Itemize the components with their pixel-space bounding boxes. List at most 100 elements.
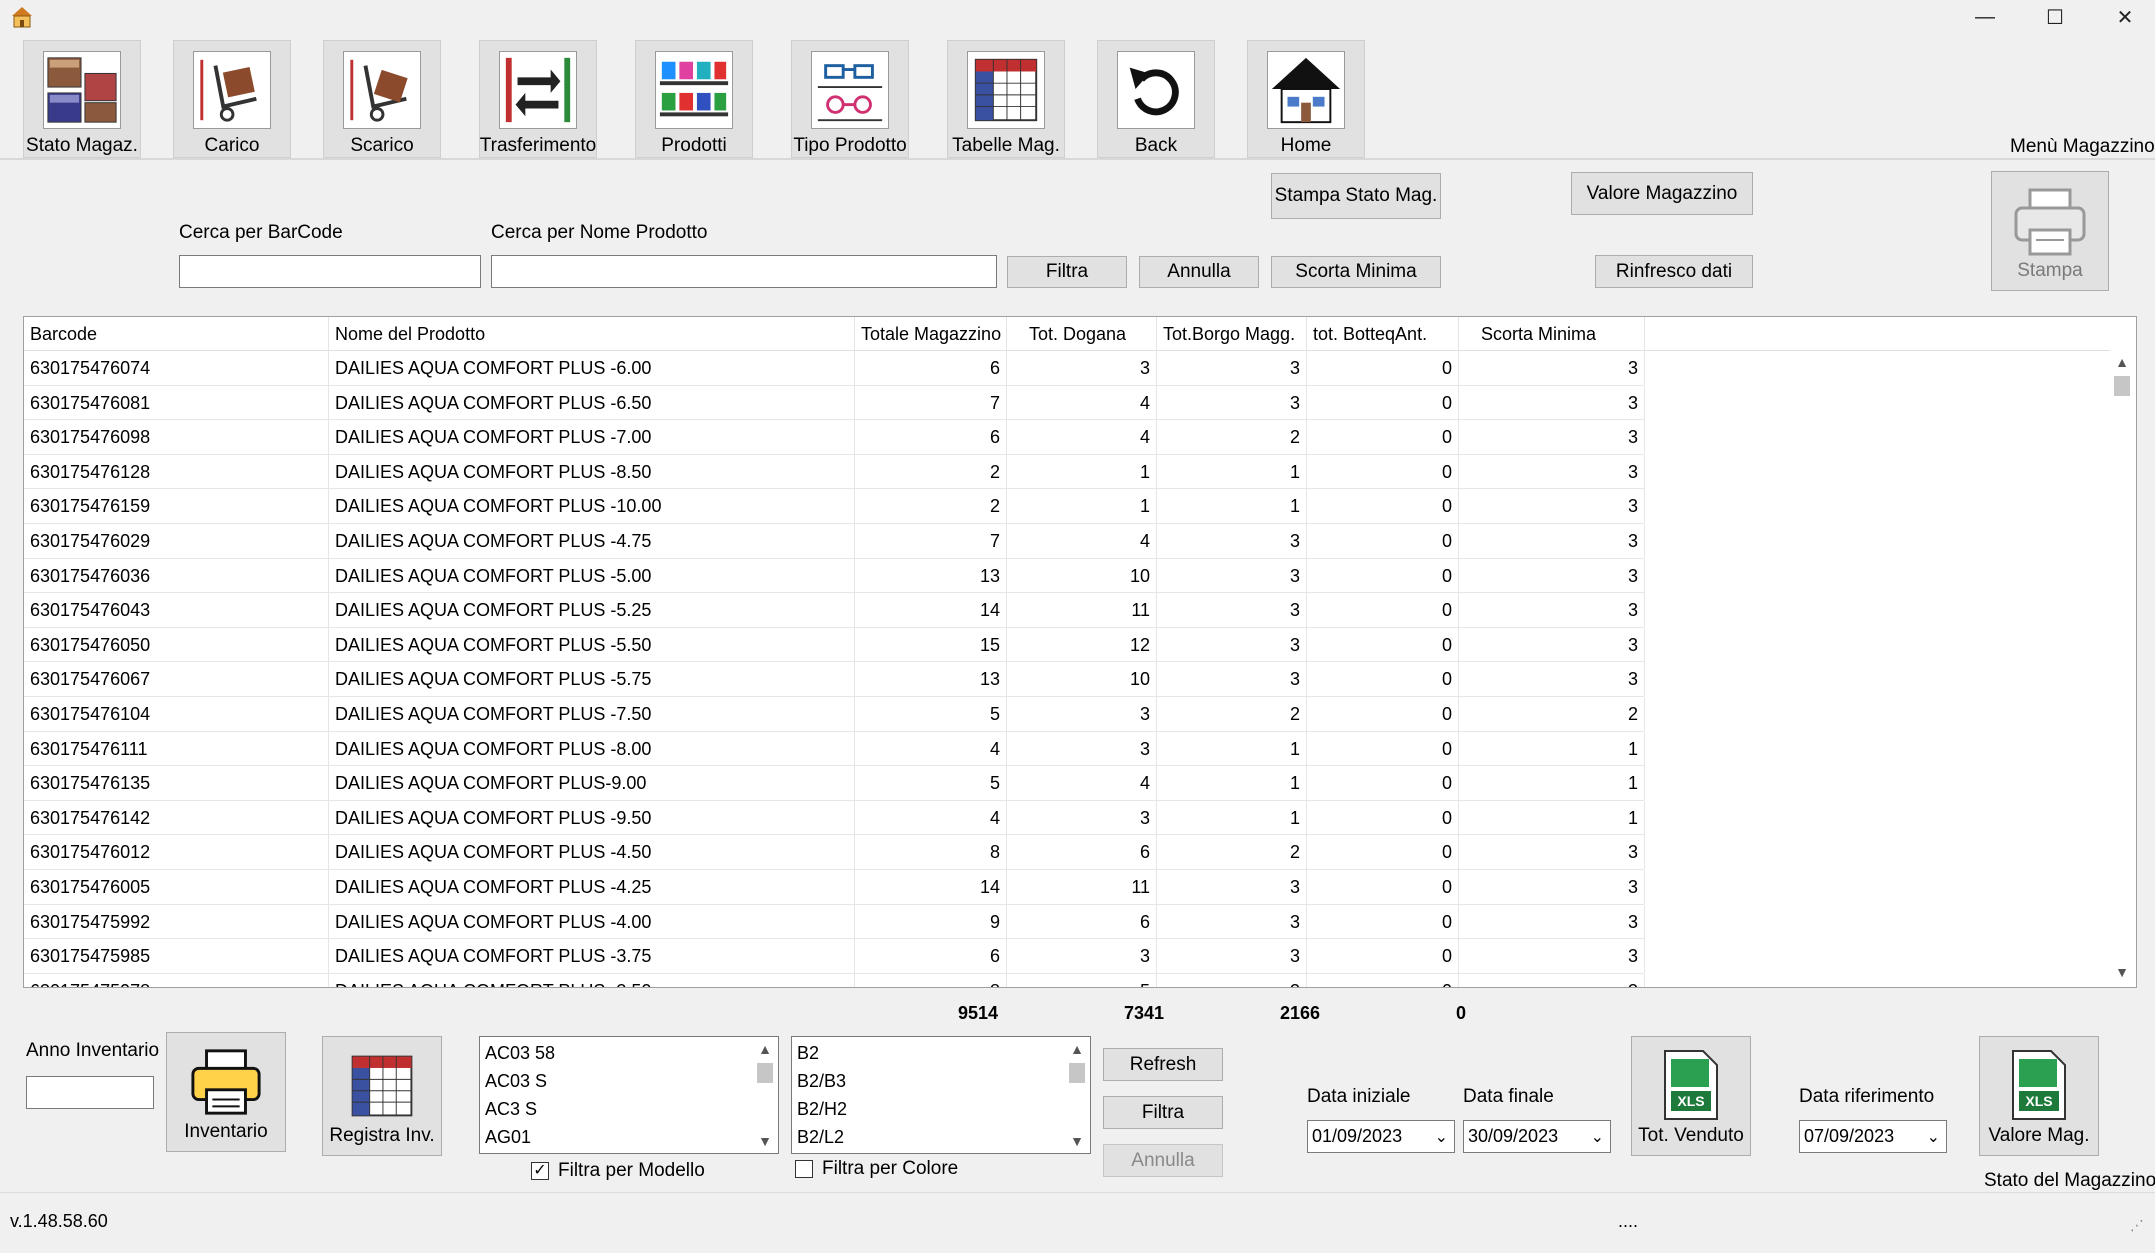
cell-dogana[interactable]: 10	[1007, 662, 1157, 697]
cell-totale[interactable]: 2	[855, 454, 1007, 489]
table-row[interactable]: 630175476128 DAILIES AQUA COMFORT PLUS -8…	[24, 454, 1645, 490]
annulla-list-button[interactable]: Annulla	[1103, 1144, 1223, 1177]
cell-dogana[interactable]: 1	[1007, 454, 1157, 489]
filtra-list-button[interactable]: Filtra	[1103, 1096, 1223, 1129]
cell-scorta[interactable]: 1	[1475, 766, 1645, 801]
cell-borgo[interactable]: 3	[1157, 904, 1307, 939]
column-header-borgo[interactable]: Tot.Borgo Magg.	[1157, 317, 1307, 351]
stampa-button[interactable]: Stampa	[1991, 171, 2109, 291]
cell-barcode[interactable]: 630175476036	[24, 558, 329, 593]
name-search-input[interactable]	[491, 255, 997, 288]
cell-scorta[interactable]: 3	[1475, 454, 1645, 489]
scroll-down-icon[interactable]: ▼	[2110, 960, 2134, 984]
cell-dogana[interactable]: 4	[1007, 385, 1157, 420]
table-row[interactable]: 630175475992 DAILIES AQUA COMFORT PLUS -4…	[24, 904, 1645, 940]
table-row[interactable]: 630175475978DAILIES AQUA COMFORT PLUS -3…	[24, 973, 1645, 987]
cell-bottega[interactable]: 0	[1307, 351, 1459, 385]
list-item[interactable]: AC03 58	[485, 1039, 555, 1067]
cell-barcode[interactable]: 630175476135	[24, 766, 329, 801]
valore-magazzino-button[interactable]: Valore Magazzino	[1571, 172, 1753, 215]
cell-nome[interactable]: DAILIES AQUA COMFORT PLUS -9.50	[329, 800, 855, 835]
list-item[interactable]: AC3 S	[485, 1095, 537, 1123]
cell-barcode[interactable]: 630175476081	[24, 385, 329, 420]
cell-barcode[interactable]: 630175476012	[24, 835, 329, 870]
cell-bottega[interactable]: 0	[1307, 800, 1459, 835]
colori-listbox[interactable]: B2 B2/B3 B2/H2 B2/L2 ▲ ▼	[791, 1036, 1091, 1154]
cell-dogana[interactable]: 6	[1007, 904, 1157, 939]
filtra-colore-checkbox[interactable]	[795, 1160, 813, 1178]
cell-nome[interactable]: DAILIES AQUA COMFORT PLUS -5.00	[329, 558, 855, 593]
cell-bottega[interactable]: 0	[1307, 385, 1459, 420]
scroll-up-icon[interactable]: ▲	[754, 1039, 776, 1059]
data-iniziale-picker[interactable]: 01/09/2023 ⌄	[1307, 1120, 1455, 1153]
toolbar-trasferimento-button[interactable]: Trasferimento	[479, 40, 597, 158]
cell-scorta[interactable]: 3	[1475, 524, 1645, 558]
cell-barcode[interactable]: 630175476159	[24, 489, 329, 524]
cell-scorta[interactable]: 3	[1475, 351, 1645, 385]
list-item[interactable]: B2/L2	[797, 1123, 844, 1151]
scroll-down-icon[interactable]: ▼	[754, 1131, 776, 1151]
filtra-modello-checkbox[interactable]: ✓	[531, 1162, 549, 1180]
cell-totale[interactable]: 7	[855, 524, 1007, 558]
list-item[interactable]: AG01	[485, 1123, 531, 1151]
column-header-barcode[interactable]: Barcode	[24, 317, 329, 351]
cell-nome[interactable]: DAILIES AQUA COMFORT PLUS -4.25	[329, 870, 855, 904]
minimize-button[interactable]: —	[1950, 0, 2020, 34]
cell-totale[interactable]: 6	[855, 351, 1007, 385]
cell-borgo[interactable]: 1	[1157, 454, 1307, 489]
cell-nome[interactable]: DAILIES AQUA COMFORT PLUS-9.00	[329, 766, 855, 801]
close-button[interactable]: ✕	[2090, 0, 2155, 34]
table-row[interactable]: 630175476104 DAILIES AQUA COMFORT PLUS -7…	[24, 697, 1645, 732]
table-row[interactable]: 630175476074 DAILIES AQUA COMFORT PLUS -6…	[24, 351, 1645, 386]
cell-scorta[interactable]: 3	[1475, 904, 1645, 939]
cell-borgo[interactable]: 2	[1157, 697, 1307, 731]
stock-grid[interactable]: Barcode Nome del Prodotto Totale Magazzi…	[23, 316, 2137, 988]
scroll-up-icon[interactable]: ▲	[2110, 350, 2134, 374]
toolbar-tabelle-mag-button[interactable]: Tabelle Mag.	[947, 40, 1065, 158]
cell-totale[interactable]: 8	[855, 835, 1007, 870]
cell-totale[interactable]: 2	[855, 489, 1007, 524]
column-header-scorta[interactable]: Scorta Minima	[1475, 317, 1645, 351]
cell-barcode[interactable]: 630175476050	[24, 627, 329, 662]
scroll-thumb[interactable]	[2114, 376, 2130, 396]
list-item[interactable]: AC03 S	[485, 1067, 547, 1095]
cell-barcode[interactable]: 630175476128	[24, 454, 329, 489]
table-row[interactable]: 630175476029 DAILIES AQUA COMFORT PLUS -4…	[24, 524, 1645, 559]
cell-barcode[interactable]: 630175476104	[24, 697, 329, 731]
cell-nome[interactable]: DAILIES AQUA COMFORT PLUS -4.00	[329, 904, 855, 939]
cell-totale[interactable]: 8	[855, 973, 1007, 987]
cell-bottega[interactable]: 0	[1307, 939, 1459, 974]
barcode-search-input[interactable]	[179, 255, 481, 288]
cell-totale[interactable]: 14	[855, 870, 1007, 904]
registra-inv-button[interactable]: Registra Inv.	[322, 1036, 442, 1156]
cell-totale[interactable]: 13	[855, 558, 1007, 593]
column-header-dogana[interactable]: Tot. Dogana	[1007, 317, 1157, 351]
scroll-down-icon[interactable]: ▼	[1066, 1131, 1088, 1151]
cell-bottega[interactable]: 0	[1307, 973, 1459, 987]
cell-bottega[interactable]: 0	[1307, 558, 1459, 593]
data-finale-picker[interactable]: 30/09/2023 ⌄	[1463, 1120, 1611, 1153]
table-row[interactable]: 630175476135 DAILIES AQUA COMFORT PLUS-9.…	[24, 766, 1645, 801]
cell-dogana[interactable]: 3	[1007, 731, 1157, 766]
cell-scorta[interactable]: 3	[1475, 627, 1645, 662]
list-item[interactable]: B2/H2	[797, 1095, 847, 1123]
cell-barcode[interactable]: 630175476098	[24, 420, 329, 455]
list-scrollbar[interactable]: ▲ ▼	[1066, 1039, 1088, 1151]
cell-borgo[interactable]: 3	[1157, 662, 1307, 697]
cell-borgo[interactable]: 3	[1157, 939, 1307, 974]
cell-dogana[interactable]: 1	[1007, 489, 1157, 524]
modelli-listbox[interactable]: AC03 58 AC03 S AC3 S AG01 ▲ ▼	[479, 1036, 779, 1154]
cell-dogana[interactable]: 3	[1007, 351, 1157, 385]
cell-totale[interactable]: 4	[855, 800, 1007, 835]
list-scrollbar[interactable]: ▲ ▼	[754, 1039, 776, 1151]
column-header-bottega[interactable]: tot. BotteqAnt.	[1307, 317, 1459, 351]
cell-barcode[interactable]: 630175476005	[24, 870, 329, 904]
table-row[interactable]: 630175476050 DAILIES AQUA COMFORT PLUS -5…	[24, 627, 1645, 663]
resize-grip-icon[interactable]: ⋰	[2130, 1217, 2144, 1234]
cell-dogana[interactable]: 4	[1007, 420, 1157, 455]
cell-bottega[interactable]: 0	[1307, 627, 1459, 662]
cell-bottega[interactable]: 0	[1307, 454, 1459, 489]
table-row[interactable]: 630175476012 DAILIES AQUA COMFORT PLUS -4…	[24, 835, 1645, 870]
cell-scorta[interactable]: 3	[1475, 835, 1645, 870]
table-row[interactable]: 630175476098 DAILIES AQUA COMFORT PLUS -7…	[24, 420, 1645, 455]
